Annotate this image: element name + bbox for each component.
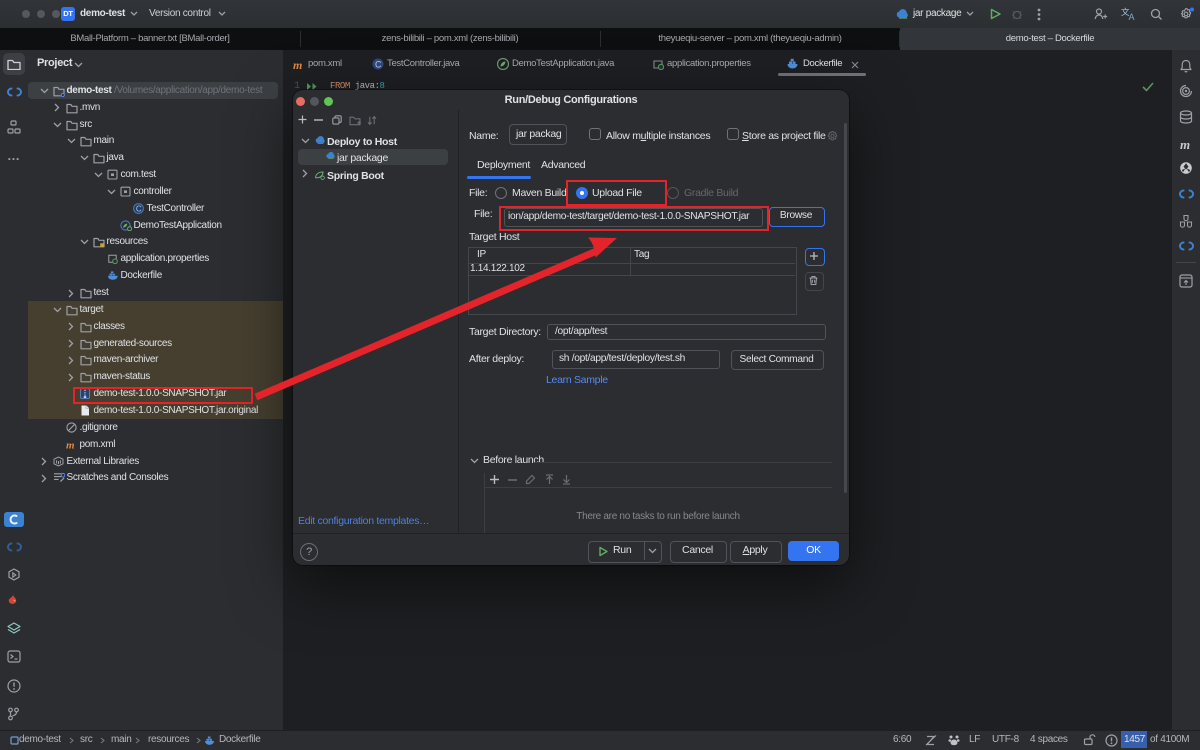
svg-text:C: C (136, 204, 142, 213)
svg-text:C: C (375, 60, 382, 70)
svg-text:m: m (66, 439, 75, 450)
svg-text:A: A (1129, 12, 1135, 21)
svg-text:m: m (293, 58, 302, 71)
svg-text:m: m (1180, 139, 1190, 151)
